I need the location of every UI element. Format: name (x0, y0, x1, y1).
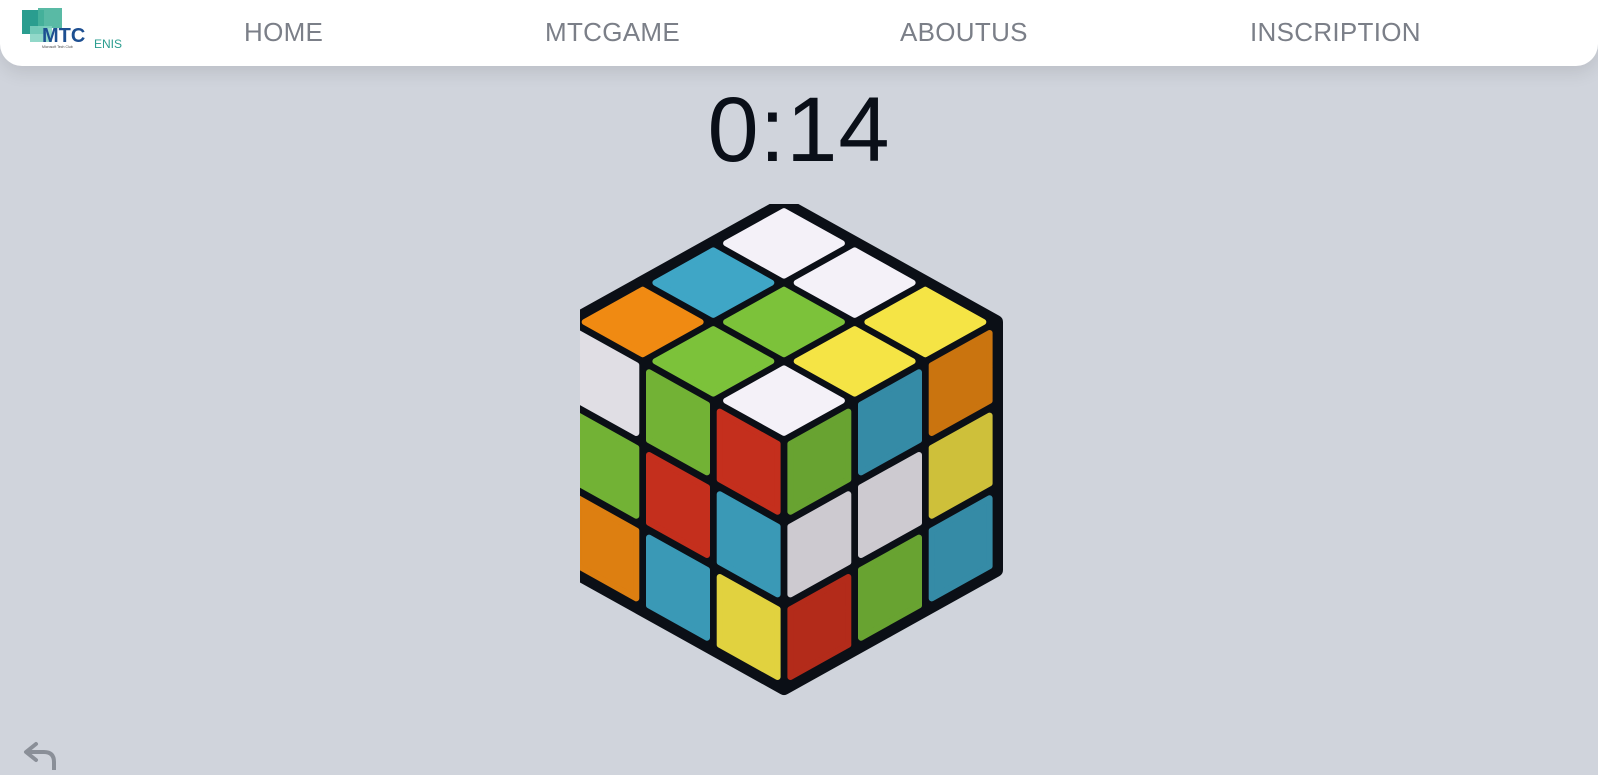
mtc-enis-logo[interactable]: MTC ENIS Microsoft Tech Club (20, 8, 130, 54)
logo-subtext: ENIS (94, 37, 122, 51)
logo-text: MTC (42, 25, 85, 47)
top-navbar: MTC ENIS Microsoft Tech Club HOME MTCGAM… (0, 0, 1598, 66)
nav-link-home[interactable]: HOME (244, 17, 323, 48)
back-button[interactable] (22, 740, 58, 772)
logo-tagline: Microsoft Tech Club (42, 45, 73, 49)
nav-link-inscription[interactable]: INSCRIPTION (1250, 17, 1421, 48)
nav-link-mtcgame[interactable]: MTCGAME (545, 17, 680, 48)
nav-link-aboutus[interactable]: ABOUTUS (900, 17, 1028, 48)
cube-graphic[interactable] (565, 197, 1010, 698)
undo-arrow-icon[interactable] (22, 740, 58, 772)
rubiks-cube[interactable] (565, 197, 1010, 698)
game-timer: 0:14 (707, 79, 891, 181)
logo-graphic: MTC ENIS Microsoft Tech Club (22, 8, 122, 51)
